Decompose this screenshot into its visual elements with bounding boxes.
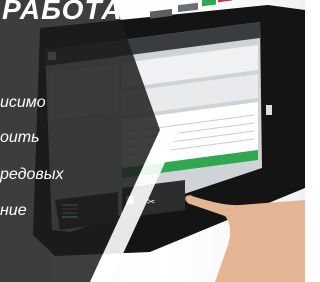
- caption-line-3: редовых: [0, 166, 64, 183]
- product-photo: ✂ РАБОТА исимо оить редовых ние: [0, 0, 305, 282]
- caption-line-4: ние: [0, 202, 27, 219]
- tablet-illustration: ✂: [0, 0, 305, 282]
- pointing-hand: [185, 195, 305, 282]
- side-icon[interactable]: [266, 105, 272, 115]
- banner-title: РАБОТА: [2, 0, 123, 25]
- caption-line-2: оить: [0, 129, 40, 146]
- caption-line-1: исимо: [0, 94, 46, 111]
- top-status-green: [202, 0, 216, 7]
- top-status-red: [218, 0, 232, 3]
- tablet-device: ✂: [0, 0, 305, 282]
- top-button[interactable]: [178, 2, 198, 13]
